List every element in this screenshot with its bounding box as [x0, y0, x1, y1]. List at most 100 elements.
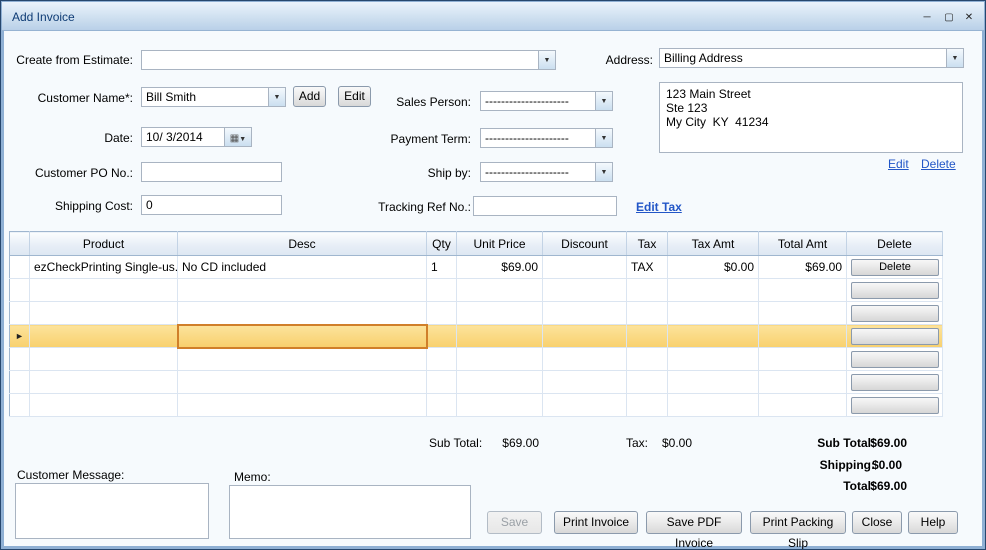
close-button[interactable]: Close	[852, 511, 902, 534]
tax-value: $0.00	[654, 436, 692, 450]
customer-name-combo[interactable]: Bill Smith ▼	[141, 87, 286, 107]
minimize-icon[interactable]: ─	[918, 10, 936, 25]
row-selector-cell[interactable]	[10, 394, 30, 417]
customer-po-label: Customer PO No.:	[9, 166, 133, 180]
tax-label: Tax:	[626, 436, 648, 450]
add-customer-button[interactable]: Add	[293, 86, 326, 107]
row-selector-cell[interactable]	[10, 256, 30, 279]
delete-row-button[interactable]	[851, 282, 939, 299]
sub-total-value: $69.00	[493, 436, 539, 450]
summary-shipping-value: $0.00	[872, 458, 902, 472]
address-combo[interactable]: Billing Address ▼	[659, 48, 964, 68]
window-title: Add Invoice	[12, 10, 75, 24]
active-edit-cell[interactable]	[178, 325, 427, 348]
edit-tax-link[interactable]: Edit Tax	[636, 200, 682, 214]
help-button[interactable]: Help	[908, 511, 958, 534]
row-selector-cell[interactable]	[10, 302, 30, 325]
delete-row-button[interactable]	[851, 351, 939, 368]
chevron-down-icon[interactable]: ▼	[946, 49, 963, 67]
row-selector-cell[interactable]	[10, 348, 30, 371]
table-row	[10, 394, 943, 417]
close-icon[interactable]: ✕	[960, 10, 978, 25]
summary-shipping-label: Shipping:	[820, 458, 875, 472]
delete-row-button[interactable]	[851, 397, 939, 414]
date-label: Date:	[9, 131, 133, 145]
summary-sub-total-value: $69.00	[870, 436, 907, 450]
row-selector-cell[interactable]	[10, 279, 30, 302]
chevron-down-icon[interactable]: ▼	[268, 88, 285, 106]
sales-person-combo[interactable]: --------------------- ▼	[480, 91, 613, 111]
address-label: Address:	[571, 53, 653, 67]
date-picker[interactable]: 10/ 3/2014 ▦▼	[141, 127, 252, 147]
customer-name-label: Customer Name*:	[9, 91, 133, 105]
save-button[interactable]: Save	[487, 511, 542, 534]
chevron-down-icon: ▼	[239, 136, 246, 143]
col-product: Product	[30, 232, 178, 256]
qty-cell[interactable]: 1	[427, 256, 457, 279]
delete-row-button[interactable]: Delete	[851, 259, 939, 276]
tracking-ref-label: Tracking Ref No.:	[361, 200, 471, 214]
save-pdf-invoice-button[interactable]: Save PDF Invoice	[646, 511, 742, 534]
delete-row-button[interactable]	[851, 305, 939, 322]
tracking-ref-input[interactable]	[473, 196, 617, 216]
row-selector-cell[interactable]	[10, 371, 30, 394]
add-invoice-window: Add Invoice ─ ▢ ✕ Create from Estimate: …	[0, 0, 986, 550]
table-row	[10, 302, 943, 325]
ship-by-label: Ship by:	[379, 166, 471, 180]
chevron-down-icon[interactable]: ▼	[595, 129, 612, 147]
col-qty: Qty	[427, 232, 457, 256]
total-amt-cell[interactable]: $69.00	[759, 256, 847, 279]
col-tax-amt: Tax Amt	[668, 232, 759, 256]
discount-cell[interactable]	[543, 256, 627, 279]
maximize-icon[interactable]: ▢	[940, 10, 958, 25]
delete-row-button[interactable]	[851, 328, 939, 345]
tax-amt-cell[interactable]: $0.00	[668, 256, 759, 279]
product-cell[interactable]: ezCheckPrinting Single-us...	[30, 256, 178, 279]
col-delete: Delete	[847, 232, 943, 256]
sub-total-label: Sub Total:	[429, 436, 482, 450]
chevron-down-icon[interactable]: ▼	[538, 51, 555, 69]
invoice-items-table: Product Desc Qty Unit Price Discount Tax…	[9, 231, 943, 417]
customer-message-label: Customer Message:	[17, 468, 124, 482]
address-edit-link[interactable]: Edit	[888, 157, 909, 171]
customer-po-input[interactable]	[141, 162, 282, 182]
payment-term-combo[interactable]: --------------------- ▼	[480, 128, 613, 148]
unit-price-cell[interactable]: $69.00	[457, 256, 543, 279]
shipping-cost-label: Shipping Cost:	[9, 199, 133, 213]
table-row	[10, 371, 943, 394]
col-row-selector	[10, 232, 30, 256]
table-row	[10, 279, 943, 302]
chevron-down-icon[interactable]: ▼	[595, 92, 612, 110]
desc-cell[interactable]: No CD included	[178, 256, 427, 279]
calendar-icon: ▦	[230, 133, 239, 144]
ship-by-combo[interactable]: --------------------- ▼	[480, 162, 613, 182]
table-row-selected: ►	[10, 325, 943, 348]
sales-person-label: Sales Person:	[379, 95, 471, 109]
memo-input[interactable]	[229, 485, 471, 539]
row-selector-cell[interactable]: ►	[10, 325, 30, 348]
summary-total-value: $69.00	[870, 479, 907, 493]
print-packing-slip-button[interactable]: Print Packing Slip	[750, 511, 846, 534]
col-total-amt: Total Amt	[759, 232, 847, 256]
billing-address-display: 123 Main Street Ste 123 My City KY 41234	[659, 82, 963, 153]
edit-customer-button[interactable]: Edit	[338, 86, 371, 107]
col-tax: Tax	[627, 232, 668, 256]
delete-row-button[interactable]	[851, 374, 939, 391]
col-unit-price: Unit Price	[457, 232, 543, 256]
summary-sub-total-label: Sub Total:	[817, 436, 875, 450]
address-delete-link[interactable]: Delete	[921, 157, 956, 171]
estimate-combo[interactable]: ▼	[141, 50, 556, 70]
table-row: ezCheckPrinting Single-us... No CD inclu…	[10, 256, 943, 279]
col-desc: Desc	[178, 232, 427, 256]
shipping-cost-input[interactable]	[141, 195, 282, 215]
titlebar[interactable]: Add Invoice ─ ▢ ✕	[2, 2, 984, 31]
chevron-down-icon[interactable]: ▼	[595, 163, 612, 181]
print-invoice-button[interactable]: Print Invoice	[554, 511, 638, 534]
memo-label: Memo:	[234, 470, 271, 484]
payment-term-label: Payment Term:	[379, 132, 471, 146]
col-discount: Discount	[543, 232, 627, 256]
customer-message-input[interactable]	[15, 483, 209, 539]
estimate-label: Create from Estimate:	[9, 53, 133, 67]
tax-cell[interactable]: TAX	[627, 256, 668, 279]
table-row	[10, 348, 943, 371]
